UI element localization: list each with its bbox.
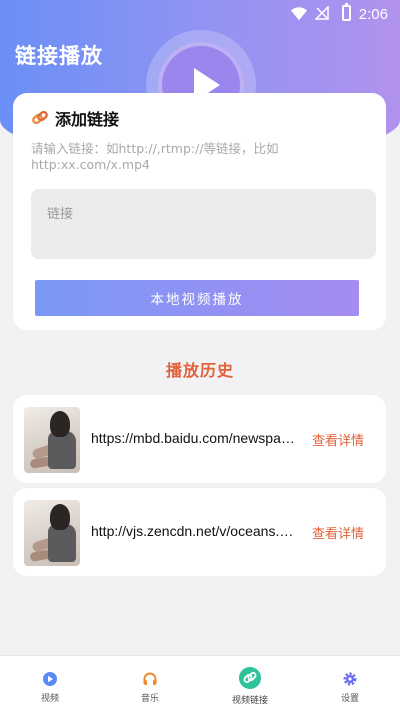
video-play-icon <box>43 672 57 686</box>
wifi-icon <box>290 7 308 21</box>
nav-item-video[interactable]: 视频 <box>0 656 100 711</box>
video-thumbnail <box>24 500 80 566</box>
add-link-hint: 请输入链接：如http://,rtmp://等链接，比如http:xx.com/… <box>31 141 279 172</box>
status-bar: 2:06 <box>0 0 400 28</box>
view-details-button[interactable]: 查看详情 <box>312 523 364 542</box>
video-thumbnail <box>24 407 80 473</box>
history-title: 播放历史 <box>165 361 234 380</box>
gear-icon <box>343 672 357 686</box>
nav-item-settings[interactable]: 设置 <box>300 656 400 711</box>
add-link-header: 添加链接 <box>31 107 119 129</box>
nav-label: 音乐 <box>140 694 159 704</box>
chain-link-icon <box>32 110 48 125</box>
history-item[interactable]: https://mbd.baidu.com/newspage/data/vide… <box>13 395 386 483</box>
bottom-nav: 视频 音乐 视频链接 设置 <box>0 655 400 711</box>
local-video-play-button[interactable]: 本地视频播放 <box>35 280 359 316</box>
nav-item-video-link[interactable]: 视频链接 <box>200 656 300 711</box>
link-icon <box>239 667 261 689</box>
nav-item-music[interactable]: 音乐 <box>100 656 200 711</box>
battery-icon <box>342 3 351 21</box>
signal-off-icon <box>315 6 329 20</box>
add-link-title: 添加链接 <box>55 110 120 129</box>
add-link-card: 添加链接 请输入链接：如http://,rtmp://等链接，比如http:xx… <box>13 93 386 330</box>
history-item-url: https://mbd.baidu.com/newspage/data/vide… <box>91 430 301 446</box>
view-details-button[interactable]: 查看详情 <box>312 430 364 449</box>
history-item-url: http://vjs.zencdn.net/v/oceans.mp4 <box>91 523 301 539</box>
status-time: 2:06 <box>358 6 388 23</box>
link-input[interactable] <box>31 189 376 259</box>
nav-label: 视频 <box>40 694 59 704</box>
history-item[interactable]: http://vjs.zencdn.net/v/oceans.mp4 查看详情 <box>13 488 386 576</box>
page-title: 链接播放 <box>15 44 103 68</box>
nav-label: 视频链接 <box>231 696 268 706</box>
headphones-icon <box>143 672 157 685</box>
nav-label: 设置 <box>340 694 359 704</box>
